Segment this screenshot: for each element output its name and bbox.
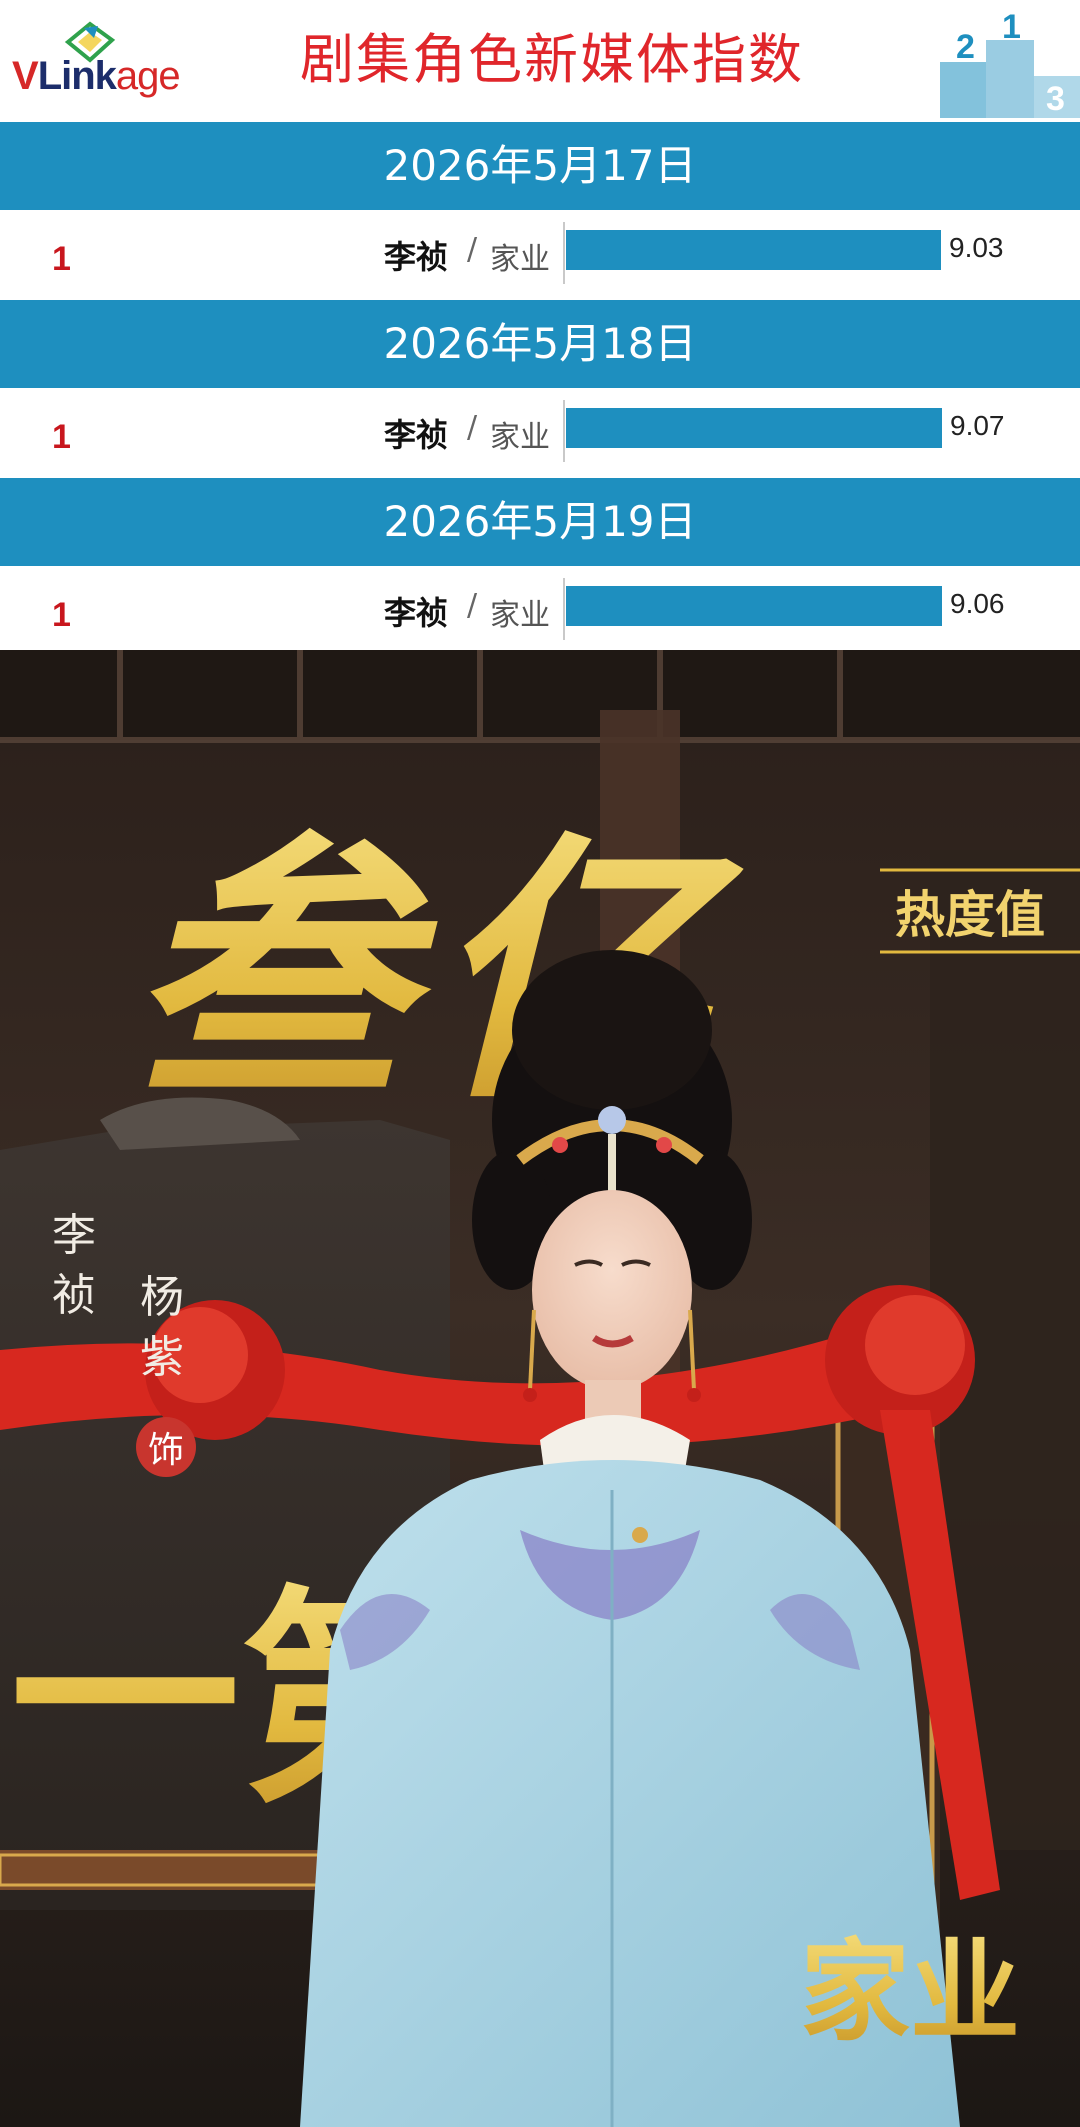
logo-wordmark: VLinkage: [12, 52, 181, 100]
separator: /: [467, 588, 478, 623]
value-bar: [566, 408, 942, 448]
date-band: 2026年5月18日: [0, 300, 1080, 388]
axis-line: [563, 400, 565, 462]
role-name: 李祯: [384, 238, 449, 276]
logo-v: V: [12, 54, 39, 98]
ranking-row: 1 李祯 / 家业 9.07: [0, 388, 1080, 478]
header: VLinkage 剧集角色新媒体指数 2 1 3: [0, 0, 1080, 118]
value-label: 9.03: [949, 232, 1004, 263]
headline-subtext: 热度值: [895, 885, 1045, 944]
rank-number: 1: [52, 418, 71, 456]
actor-name-char-1: 杨: [140, 1272, 184, 1323]
drama-title-text: 家业: [800, 1927, 1020, 2056]
vlinkage-logo: VLinkage: [12, 20, 242, 100]
drama-poster: 一第 叁亿 热度值 家业 李 祯 杨 紫 饰: [0, 650, 1080, 2127]
rank-number: 1: [52, 240, 71, 278]
drama-name: 家业: [490, 598, 550, 633]
separator: /: [467, 232, 478, 267]
value-bar: [566, 230, 941, 270]
podium-number-2: 2: [956, 28, 975, 66]
logo-age: age: [115, 54, 181, 98]
value-bar: [566, 586, 942, 626]
separator: /: [467, 410, 478, 445]
ranking-row: 1 李祯 / 家业 9.06: [0, 566, 1080, 650]
podium-number-1: 1: [1002, 14, 1021, 46]
date-band: 2026年5月19日: [0, 478, 1080, 566]
drama-name: 家业: [490, 242, 550, 277]
role-name-char-2: 祯: [52, 1270, 96, 1321]
poster-image: 一第 叁亿 热度值 家业 李 祯 杨 紫 饰: [0, 650, 1080, 2127]
role-suffix-badge: 饰: [148, 1430, 184, 1471]
role-name-char-1: 李: [52, 1210, 96, 1261]
role-name: 李祯: [384, 594, 449, 632]
value-label: 9.06: [950, 588, 1005, 619]
value-label: 9.07: [950, 410, 1005, 441]
drama-name: 家业: [490, 420, 550, 455]
ranking-row: 1 李祯 / 家业 9.03: [0, 210, 1080, 300]
date-band: 2026年5月17日: [0, 122, 1080, 210]
axis-line: [563, 222, 565, 284]
logo-link: Link: [37, 54, 117, 98]
podium-number-3: 3: [1046, 80, 1065, 118]
page-title: 剧集角色新媒体指数: [300, 28, 804, 91]
axis-line: [563, 578, 565, 640]
role-name: 李祯: [384, 416, 449, 454]
rank-number: 1: [52, 596, 71, 634]
actor-name-char-2: 紫: [140, 1332, 184, 1383]
podium-icon: 2 1 3: [940, 14, 1080, 118]
